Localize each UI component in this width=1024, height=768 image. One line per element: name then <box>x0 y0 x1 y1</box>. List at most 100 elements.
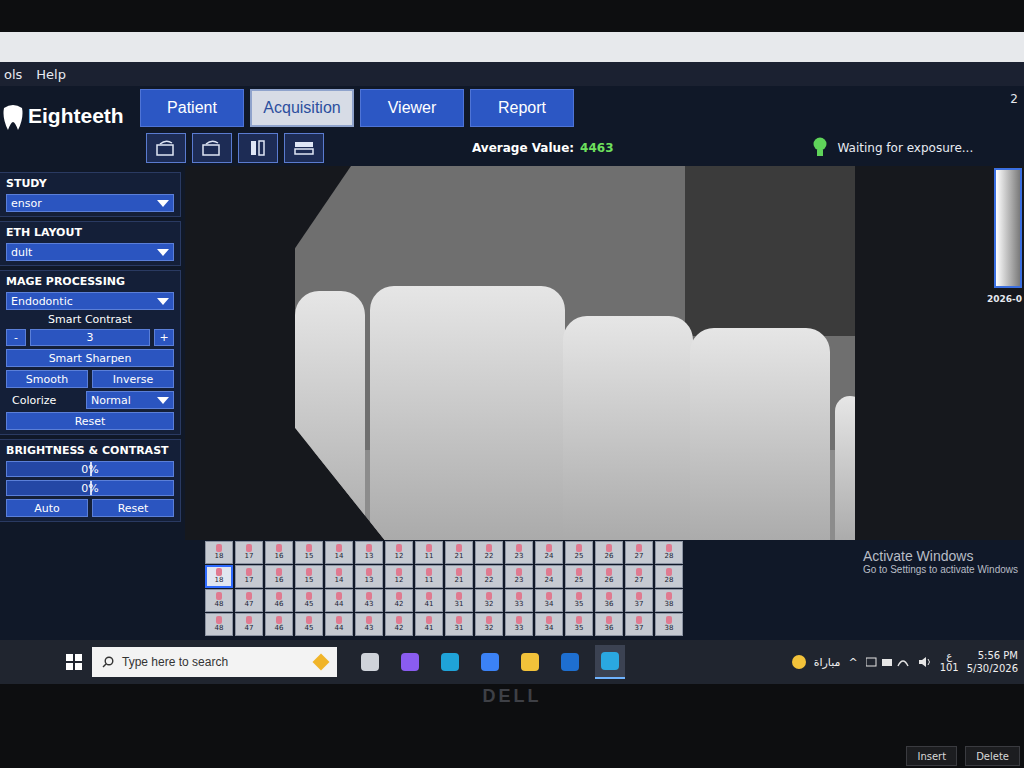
tooth-cell[interactable]: 15 <box>295 541 323 564</box>
minus-button[interactable]: - <box>6 329 26 346</box>
tooth-cell[interactable]: 35 <box>565 613 593 636</box>
tooth-cell[interactable]: 46 <box>265 613 293 636</box>
tooth-cell[interactable]: 46 <box>265 589 293 612</box>
tool-button[interactable] <box>146 133 186 163</box>
keyboard-key[interactable]: Delete <box>965 746 1020 766</box>
volume-icon[interactable] <box>918 656 932 668</box>
tooth-cell[interactable]: 42 <box>385 589 413 612</box>
tab[interactable]: Report <box>470 89 574 127</box>
tooth-cell[interactable]: 23 <box>505 565 533 588</box>
tab[interactable]: Viewer <box>360 89 464 127</box>
tooth-cell[interactable]: 47 <box>235 613 263 636</box>
contrast-slider[interactable]: 0% <box>6 480 174 496</box>
taskbar-app[interactable] <box>595 645 625 679</box>
tooth-cell[interactable]: 18 <box>205 541 233 564</box>
tooth-cell[interactable]: 41 <box>415 589 443 612</box>
taskbar-app[interactable] <box>435 645 465 679</box>
tooth-cell[interactable]: 11 <box>415 565 443 588</box>
windows-start-icon[interactable] <box>66 654 82 670</box>
processing-dropdown[interactable]: Endodontic <box>6 292 174 310</box>
tooth-cell[interactable]: 45 <box>295 613 323 636</box>
tooth-cell[interactable]: 14 <box>325 565 353 588</box>
tooth-cell[interactable]: 35 <box>565 589 593 612</box>
tooth-cell[interactable]: 16 <box>265 565 293 588</box>
tooth-cell[interactable]: 33 <box>505 613 533 636</box>
tooth-cell[interactable]: 27 <box>625 565 653 588</box>
xray-image[interactable] <box>295 166 855 540</box>
taskbar-app[interactable] <box>355 645 385 679</box>
tooth-cell[interactable]: 21 <box>445 565 473 588</box>
tooth-cell[interactable]: 28 <box>655 541 683 564</box>
layout-dropdown[interactable]: dult <box>6 243 174 261</box>
tooth-cell[interactable]: 34 <box>535 589 563 612</box>
tooth-cell[interactable]: 37 <box>625 589 653 612</box>
tooth-cell[interactable]: 22 <box>475 565 503 588</box>
tooth-cell[interactable]: 16 <box>265 541 293 564</box>
tooth-cell[interactable]: 25 <box>565 541 593 564</box>
tooth-cell[interactable]: 12 <box>385 541 413 564</box>
tooth-cell[interactable]: 21 <box>445 541 473 564</box>
taskbar-app[interactable] <box>555 645 585 679</box>
tool-button[interactable] <box>238 133 278 163</box>
tooth-cell[interactable]: 31 <box>445 589 473 612</box>
menu-item[interactable]: Help <box>36 67 66 82</box>
tooth-cell[interactable]: 43 <box>355 613 383 636</box>
tooth-cell[interactable]: 33 <box>505 589 533 612</box>
tooth-cell[interactable]: 22 <box>475 541 503 564</box>
tooth-cell[interactable]: 24 <box>535 541 563 564</box>
tool-button[interactable] <box>284 133 324 163</box>
keyboard-key[interactable]: Insert <box>906 746 957 766</box>
tray-status-icon[interactable] <box>866 656 910 668</box>
tab[interactable]: Acquisition <box>250 89 354 127</box>
tooth-cell[interactable]: 44 <box>325 589 353 612</box>
tab[interactable]: Patient <box>140 89 244 127</box>
tooth-cell[interactable]: 15 <box>295 565 323 588</box>
tooth-cell[interactable]: 17 <box>235 565 263 588</box>
tool-button[interactable] <box>192 133 232 163</box>
tooth-cell[interactable]: 48 <box>205 613 233 636</box>
colorize-dropdown[interactable]: Normal <box>86 391 174 409</box>
auto-button[interactable]: Auto <box>6 499 88 517</box>
language-indicator[interactable]: ع 101 <box>940 650 959 674</box>
menu-item[interactable]: ols <box>4 67 22 82</box>
taskbar-app[interactable] <box>515 645 545 679</box>
tooth-cell[interactable]: 31 <box>445 613 473 636</box>
tooth-cell[interactable]: 47 <box>235 589 263 612</box>
bc-reset-button[interactable]: Reset <box>92 499 174 517</box>
inverse-button[interactable]: Inverse <box>92 370 174 388</box>
plus-button[interactable]: + <box>154 329 174 346</box>
taskbar-app[interactable] <box>475 645 505 679</box>
contrast-value[interactable]: 3 <box>30 329 150 346</box>
image-thumbnail[interactable] <box>994 168 1022 288</box>
tooth-cell[interactable]: 44 <box>325 613 353 636</box>
tooth-cell[interactable]: 36 <box>595 613 623 636</box>
study-dropdown[interactable]: ensor <box>6 194 174 212</box>
weather-text[interactable]: مباراة <box>814 656 841 669</box>
tooth-cell[interactable]: 32 <box>475 589 503 612</box>
tooth-cell[interactable]: 13 <box>355 541 383 564</box>
tooth-cell[interactable]: 42 <box>385 613 413 636</box>
tooth-cell[interactable]: 25 <box>565 565 593 588</box>
tooth-cell[interactable]: 43 <box>355 589 383 612</box>
brightness-slider[interactable]: 0% <box>6 461 174 477</box>
tooth-cell[interactable]: 38 <box>655 613 683 636</box>
smart-sharpen-button[interactable]: Smart Sharpen <box>6 349 174 367</box>
tooth-cell[interactable]: 27 <box>625 541 653 564</box>
tooth-cell[interactable]: 48 <box>205 589 233 612</box>
tooth-cell[interactable]: 41 <box>415 613 443 636</box>
tooth-cell[interactable]: 13 <box>355 565 383 588</box>
taskbar-app[interactable] <box>395 645 425 679</box>
tooth-cell[interactable]: 34 <box>535 613 563 636</box>
tooth-cell[interactable]: 12 <box>385 565 413 588</box>
tooth-cell[interactable]: 28 <box>655 565 683 588</box>
tooth-cell[interactable]: 26 <box>595 565 623 588</box>
tooth-cell[interactable]: 38 <box>655 589 683 612</box>
tooth-cell[interactable]: 37 <box>625 613 653 636</box>
tooth-cell[interactable]: 11 <box>415 541 443 564</box>
tooth-cell[interactable]: 36 <box>595 589 623 612</box>
tooth-cell[interactable]: 23 <box>505 541 533 564</box>
tooth-cell[interactable]: 45 <box>295 589 323 612</box>
tooth-cell[interactable]: 26 <box>595 541 623 564</box>
smooth-button[interactable]: Smooth <box>6 370 88 388</box>
tooth-cell[interactable]: 17 <box>235 541 263 564</box>
